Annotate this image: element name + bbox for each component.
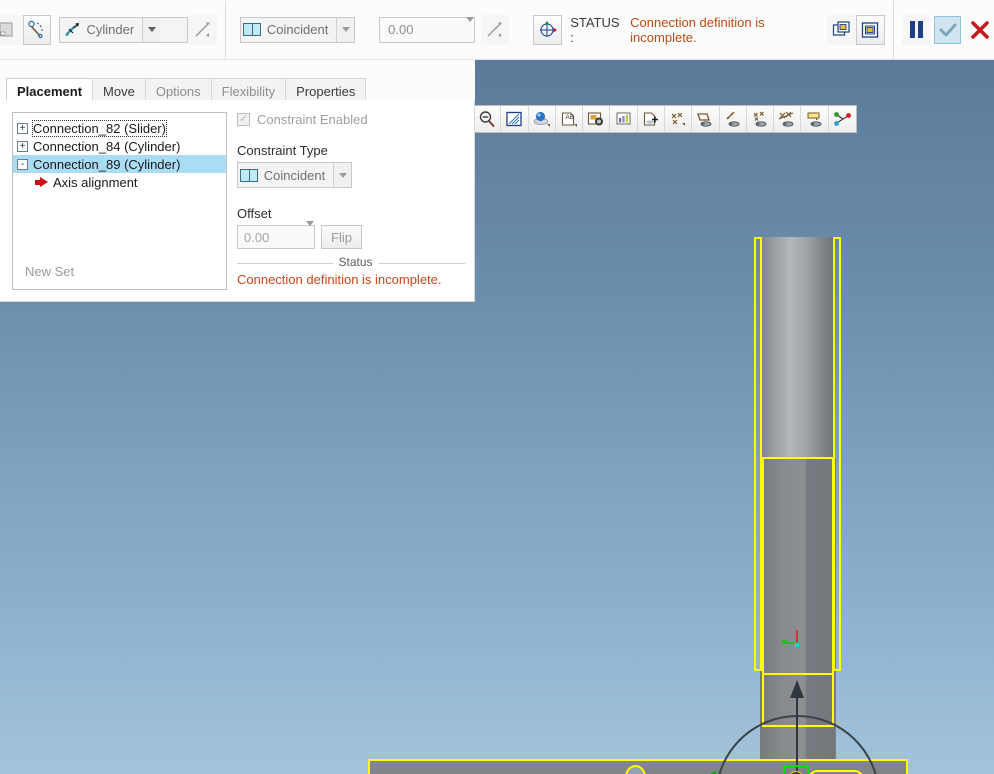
toolbar-divider <box>225 0 227 59</box>
axis-highlight-pill <box>808 770 864 774</box>
highlight-edge-upper-left <box>754 237 762 459</box>
status-group-label: Status <box>332 255 379 269</box>
connection-type-label: Cylinder <box>86 22 135 37</box>
highlight-edge-mid-left <box>754 459 762 671</box>
constraint-controls: ✓ Constraint Enabled Constraint Type Coi… <box>237 112 465 287</box>
tab-options-label: Options <box>155 84 201 99</box>
expander-minus-icon[interactable]: - <box>17 158 28 170</box>
appearance-gallery-icon[interactable] <box>638 106 665 132</box>
constraint-type-field-label: Constraint Type <box>237 143 328 158</box>
flip-icon[interactable] <box>480 14 510 45</box>
csys-x-marker <box>782 640 786 644</box>
tab-flexibility-label: Flexibility <box>221 84 276 99</box>
constraint-type-combo[interactable]: Coincident <box>240 16 356 43</box>
chevron-down-icon[interactable] <box>306 221 314 248</box>
constraint-enabled-label: Constraint Enabled <box>257 112 368 127</box>
saved-orientations-icon[interactable] <box>583 106 611 132</box>
offset-field-label: Offset <box>237 206 272 221</box>
application-window: State:XSEC0001 <box>0 0 994 774</box>
drag-vertical-axis[interactable] <box>796 690 798 774</box>
panel-constraint-type-label: Coincident <box>263 167 326 183</box>
tree-item-connection-89[interactable]: - Connection_89 (Cylinder) <box>13 155 226 173</box>
panel-constraint-type-combo[interactable]: Coincident <box>237 162 352 188</box>
user-defined-set-icon[interactable] <box>22 14 52 45</box>
panel-offset-field[interactable]: 0.00 <box>237 221 315 249</box>
toolbar-divider-2 <box>892 0 894 59</box>
spin-center-icon[interactable] <box>829 106 856 132</box>
highlight-edge-mid-right <box>833 459 841 671</box>
pause-icon[interactable] <box>901 14 931 45</box>
datum-points-display-icon[interactable] <box>665 106 693 132</box>
datum-planes-display-icon[interactable] <box>692 106 720 132</box>
separate-window-icon[interactable] <box>827 14 856 45</box>
tree-item-connection-82[interactable]: + Connection_82 (Slider) <box>13 119 226 137</box>
svg-text:AB: AB <box>565 114 573 121</box>
assemble-component-icon[interactable] <box>0 14 23 45</box>
panel-offset-value: 0.00 <box>244 229 270 245</box>
repaint-icon[interactable] <box>501 106 529 132</box>
status-label: STATUS : <box>570 14 620 45</box>
connection-set-tree[interactable]: + Connection_82 (Slider) + Connection_84… <box>12 112 227 290</box>
tree-item-connection-84[interactable]: + Connection_84 (Cylinder) <box>13 137 226 155</box>
cylinder-shaft-upper <box>760 237 835 459</box>
chevron-down-icon[interactable] <box>142 17 161 42</box>
drag-vertical-arrow-icon[interactable] <box>790 680 804 698</box>
dashboard-toolbar: Cylinder Coincident 0.00 STATUS: Connec… <box>0 0 994 60</box>
new-set-label[interactable]: New Set <box>25 264 74 279</box>
annotation-display-icon[interactable]: AB <box>556 106 584 132</box>
graphics-toolbar[interactable]: AB <box>473 105 857 133</box>
constraint-enabled-checkbox[interactable]: ✓ <box>237 113 250 126</box>
tab-placement-label: Placement <box>17 84 83 99</box>
placement-tab-row[interactable]: Placement Move Options Flexibility Prope… <box>0 60 475 104</box>
all-datums-off-icon[interactable] <box>774 106 802 132</box>
chevron-down-icon[interactable] <box>336 17 355 42</box>
expander-plus-icon[interactable]: + <box>17 122 28 134</box>
tab-properties-label: Properties <box>296 84 356 99</box>
connection-type-combo[interactable]: Cylinder <box>59 16 189 43</box>
flip-button[interactable]: Flip <box>321 225 362 249</box>
motion-axis-icon[interactable] <box>533 14 563 45</box>
panel-status-text: Connection definition is incomplete. <box>237 272 442 287</box>
tab-move-label: Move <box>103 84 135 99</box>
chevron-down-icon[interactable] <box>333 163 351 187</box>
connection-cylinder-icon <box>60 22 84 38</box>
coincident-icon <box>238 168 262 182</box>
tree-item-label: Connection_84 (Cylinder) <box>33 138 181 154</box>
view-manager-icon[interactable] <box>610 106 638 132</box>
csys-display-icon[interactable] <box>747 106 775 132</box>
coincident-icon <box>241 23 265 36</box>
annotation-tag-display-icon[interactable] <box>801 106 829 132</box>
accept-check-icon[interactable] <box>934 15 962 44</box>
csys-z-marker <box>795 643 799 647</box>
tree-item-label: Connection_89 (Cylinder) <box>33 156 181 172</box>
expander-plus-icon[interactable]: + <box>17 140 28 152</box>
highlight-edge-upper-right <box>833 237 841 459</box>
status-group: Status Connection definition is incomple… <box>237 255 465 287</box>
chevron-down-icon[interactable] <box>465 17 474 37</box>
offset-value-text: 0.00 <box>388 22 414 37</box>
offset-value-field[interactable]: 0.00 <box>379 16 475 43</box>
status-line: STATUS : Connection definition is incomp… <box>570 15 825 45</box>
constraint-enabled-row[interactable]: ✓ Constraint Enabled <box>237 112 465 127</box>
cancel-x-icon[interactable] <box>965 15 994 45</box>
preview-window-icon[interactable] <box>855 14 885 45</box>
datum-axes-display-icon[interactable] <box>720 106 747 132</box>
constraint-type-label: Coincident <box>266 22 329 37</box>
datum-display-filters-icon[interactable] <box>529 106 556 132</box>
tree-item-label: Connection_82 (Slider) <box>32 119 167 137</box>
switch-ends-icon[interactable] <box>188 14 218 45</box>
tree-item-label: Axis alignment <box>53 174 138 190</box>
tree-item-axis-alignment[interactable]: Axis alignment <box>13 173 226 191</box>
axis-alignment-arrow-icon <box>35 176 48 188</box>
status-message: Connection definition is incomplete. <box>630 14 765 45</box>
placement-panel: + Connection_82 (Slider) + Connection_84… <box>0 100 475 302</box>
offset-row: 0.00 Flip <box>237 221 465 249</box>
zoom-out-icon[interactable] <box>474 106 502 132</box>
